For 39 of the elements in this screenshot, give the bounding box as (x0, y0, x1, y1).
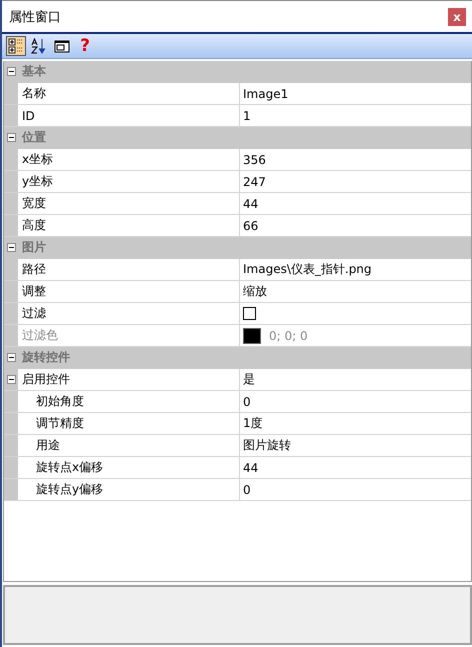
property-value[interactable]: 1度 (243, 415, 263, 432)
property-name: 高度 (21, 217, 46, 234)
property-name: 名称 (21, 85, 46, 102)
collapse-icon[interactable] (6, 243, 16, 252)
collapse-icon[interactable] (6, 375, 16, 384)
property-name: 启用控件 (21, 371, 70, 388)
property-value[interactable]: 0 (243, 482, 251, 496)
property-value[interactable]: 0 (243, 394, 251, 408)
property-name: 过滤色 (21, 327, 58, 344)
window-title: 属性窗口 (9, 8, 61, 26)
property-name: 用途 (35, 437, 60, 454)
property-name: 宽度 (21, 195, 46, 212)
property-name: x坐标 (21, 151, 54, 168)
property-value[interactable]: 1 (243, 108, 251, 122)
property-name: 初始角度 (35, 393, 84, 410)
close-button[interactable]: x (448, 8, 466, 26)
property-value[interactable]: 66 (243, 218, 258, 232)
property-value[interactable]: 图片旋转 (243, 437, 291, 454)
property-name: y坐标 (21, 173, 54, 190)
property-value[interactable]: 356 (243, 152, 266, 166)
collapse-icon[interactable] (6, 67, 16, 76)
property-name: 过滤 (21, 305, 46, 322)
collapse-icon[interactable] (6, 353, 16, 362)
property-value[interactable]: Images\仪表_指针.png (243, 261, 372, 278)
property-value[interactable]: 缩放 (243, 283, 267, 300)
property-name: 旋转点y偏移 (35, 481, 104, 498)
property-value[interactable]: 44 (243, 460, 258, 474)
property-name: 调节精度 (35, 415, 84, 432)
property-value[interactable]: 是 (243, 371, 255, 388)
property-name: 旋转点x偏移 (35, 459, 104, 476)
property-name: 调整 (21, 283, 46, 300)
categorized-view-button[interactable] (6, 36, 26, 56)
property-name: ID (21, 108, 35, 122)
property-value[interactable]: 247 (243, 174, 266, 188)
collapse-icon[interactable] (6, 133, 16, 142)
checkbox[interactable] (243, 307, 256, 320)
property-value[interactable]: 44 (243, 196, 258, 210)
property-name: 路径 (21, 261, 46, 278)
property-value[interactable]: Image1 (243, 86, 288, 100)
